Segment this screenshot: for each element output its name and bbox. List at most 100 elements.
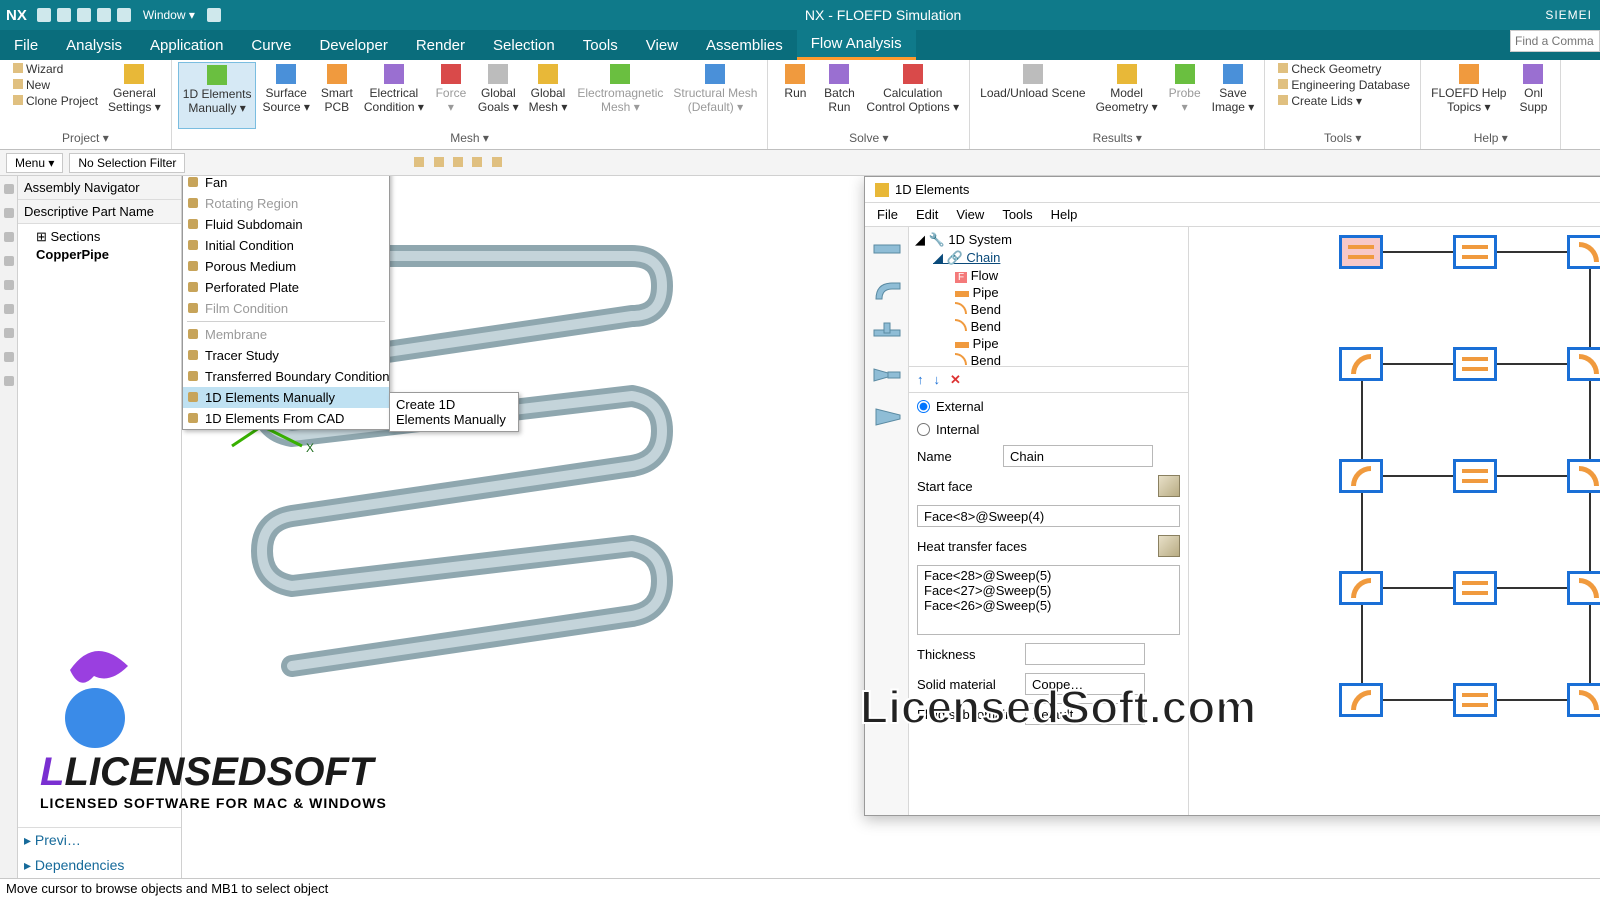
mini-icon[interactable] — [453, 157, 463, 167]
ribbon-wizard[interactable]: Wizard — [6, 62, 102, 76]
schematic-pipe-node[interactable] — [1453, 235, 1497, 269]
resource-icon[interactable] — [4, 328, 14, 338]
move-up-button[interactable]: ↑ — [917, 372, 924, 387]
pipe-cone-icon[interactable] — [872, 405, 902, 429]
ribbon-calculation-control-options[interactable]: CalculationControl Options ▾ — [862, 62, 963, 129]
tree-node[interactable]: CopperPipe — [24, 246, 175, 263]
ribbon-create-lids-[interactable]: Create Lids ▾ — [1271, 94, 1414, 108]
ribbon-surface-source[interactable]: SurfaceSource ▾ — [258, 62, 313, 129]
ribbon-d-elements-manually[interactable]: 1D ElementsManually ▾ — [178, 62, 257, 129]
dropdown-item-fluid-subdomain[interactable]: Fluid Subdomain — [183, 214, 389, 235]
ribbon-electrical-condition[interactable]: ElectricalCondition ▾ — [360, 62, 428, 129]
move-down-button[interactable]: ↓ — [934, 372, 941, 387]
ribbon-probe[interactable]: Probe▾ — [1164, 62, 1206, 129]
ribbon-clone-project[interactable]: Clone Project — [6, 94, 102, 108]
menu-curve[interactable]: Curve — [237, 30, 305, 60]
ribbon-global-goals[interactable]: GlobalGoals ▾ — [474, 62, 523, 129]
dropdown-item-membrane[interactable]: Membrane — [183, 324, 389, 345]
qat-icon[interactable] — [57, 8, 71, 22]
menu-flow-analysis[interactable]: Flow Analysis — [797, 30, 916, 60]
dropdown-item-fan[interactable]: Fan — [183, 176, 389, 193]
pipe-bend-icon[interactable] — [872, 279, 902, 303]
ribbon-general-settings[interactable]: GeneralSettings ▾ — [104, 62, 165, 129]
ribbon-smart-pcb[interactable]: SmartPCB — [316, 62, 358, 129]
preview-tab[interactable]: ▸ Previ… — [18, 828, 181, 853]
resource-icon[interactable] — [4, 256, 14, 266]
dropdown-item-transferred-boundary-condition[interactable]: Transferred Boundary Condition — [183, 366, 389, 387]
ribbon-check-geometry[interactable]: Check Geometry — [1271, 62, 1414, 76]
command-search[interactable] — [1510, 30, 1600, 60]
dialog-title-bar[interactable]: 1D Elements — [865, 177, 1600, 203]
pipe-reducer-icon[interactable] — [872, 363, 902, 387]
menu-application[interactable]: Application — [136, 30, 237, 60]
pipe-tee-icon[interactable] — [872, 321, 902, 345]
internal-radio[interactable]: Internal — [917, 422, 1180, 437]
window-menu-button[interactable]: Window ▾ — [137, 8, 201, 22]
resource-icon[interactable] — [4, 280, 14, 290]
pick-face-icon[interactable] — [1158, 535, 1180, 557]
dialog-menu-view[interactable]: View — [956, 207, 984, 222]
dropdown-item-film-condition[interactable]: Film Condition — [183, 298, 389, 319]
schematic-bend-node[interactable] — [1339, 459, 1383, 493]
resource-icon[interactable] — [4, 352, 14, 362]
tree-item-bend[interactable]: Bend — [915, 352, 1182, 367]
tree-item-bend[interactable]: Bend — [915, 318, 1182, 335]
dropdown-item-porous-medium[interactable]: Porous Medium — [183, 256, 389, 277]
ribbon-global-mesh[interactable]: GlobalMesh ▾ — [525, 62, 572, 129]
schematic-pipe-node[interactable] — [1453, 347, 1497, 381]
schematic-bend-node[interactable] — [1339, 347, 1383, 381]
ribbon-structural-mesh-default[interactable]: Structural Mesh(Default) ▾ — [669, 62, 761, 129]
dialog-menu-file[interactable]: File — [877, 207, 898, 222]
dropdown-item--d-elements-from-cad[interactable]: 1D Elements From CAD — [183, 408, 389, 429]
pipe-straight-icon[interactable] — [872, 237, 902, 261]
menu-view[interactable]: View — [632, 30, 692, 60]
ribbon-onl-supp[interactable]: OnlSupp — [1512, 62, 1554, 129]
ribbon-save-image[interactable]: SaveImage ▾ — [1208, 62, 1259, 129]
schematic-bend-node[interactable] — [1567, 459, 1600, 493]
dropdown-item-perforated-plate[interactable]: Perforated Plate — [183, 277, 389, 298]
tree-item-pipe[interactable]: Pipe — [915, 284, 1182, 301]
command-search-input[interactable] — [1510, 30, 1600, 52]
dropdown-item-rotating-region[interactable]: Rotating Region — [183, 193, 389, 214]
face-list-item[interactable]: Face<27>@Sweep(5) — [924, 583, 1173, 598]
heat-faces-list[interactable]: Face<28>@Sweep(5)Face<27>@Sweep(5)Face<2… — [917, 565, 1180, 635]
tree-chain[interactable]: ◢ 🔗 Chain — [915, 249, 1182, 267]
fluid-subdomain-select[interactable] — [1025, 703, 1145, 725]
schematic-pipe-node[interactable] — [1453, 683, 1497, 717]
resource-icon[interactable] — [4, 304, 14, 314]
resource-icon[interactable] — [4, 208, 14, 218]
qat-icon[interactable] — [37, 8, 51, 22]
menu-button[interactable]: Menu ▾ — [6, 153, 63, 173]
resource-icon[interactable] — [4, 184, 14, 194]
mini-icon[interactable] — [434, 157, 444, 167]
ribbon-floefd-help-topics[interactable]: FLOEFD HelpTopics ▾ — [1427, 62, 1510, 129]
qat-icon[interactable] — [207, 8, 221, 22]
schematic-bend-node[interactable] — [1567, 683, 1600, 717]
mini-icon[interactable] — [414, 157, 424, 167]
schematic-bend-node[interactable] — [1567, 235, 1600, 269]
ribbon-new[interactable]: New — [6, 78, 102, 92]
qat-icon[interactable] — [117, 8, 131, 22]
ribbon-batch-run[interactable]: BatchRun — [818, 62, 860, 129]
ribbon-force[interactable]: Force▾ — [430, 62, 472, 129]
mini-icon[interactable] — [472, 157, 482, 167]
one-d-elements-dialog[interactable]: 1D Elements FileEditViewToolsHelp ◢ 🔧 1D… — [864, 176, 1600, 816]
start-face-input[interactable] — [917, 505, 1180, 527]
mini-icon[interactable] — [492, 157, 502, 167]
external-radio[interactable]: External — [917, 399, 1180, 414]
menu-analysis[interactable]: Analysis — [52, 30, 136, 60]
tree-node[interactable]: ⊞ Sections — [24, 228, 175, 246]
tree-item-flow[interactable]: F Flow — [915, 267, 1182, 284]
dependencies-tab[interactable]: ▸ Dependencies — [18, 853, 181, 878]
schematic-bend-node[interactable] — [1567, 347, 1600, 381]
name-input[interactable] — [1003, 445, 1153, 467]
pick-face-icon[interactable] — [1158, 475, 1180, 497]
dropdown-item-initial-condition[interactable]: Initial Condition — [183, 235, 389, 256]
dropdown-item--d-elements-manually[interactable]: 1D Elements Manually — [183, 387, 389, 408]
dialog-menu-edit[interactable]: Edit — [916, 207, 938, 222]
one-d-elements-dropdown[interactable]: Boundary ConditionFanRotating RegionFlui… — [182, 176, 390, 430]
menu-render[interactable]: Render — [402, 30, 479, 60]
delete-button[interactable]: ✕ — [950, 372, 961, 388]
schematic-canvas[interactable] — [1189, 227, 1600, 815]
solid-material-select[interactable] — [1025, 673, 1145, 695]
